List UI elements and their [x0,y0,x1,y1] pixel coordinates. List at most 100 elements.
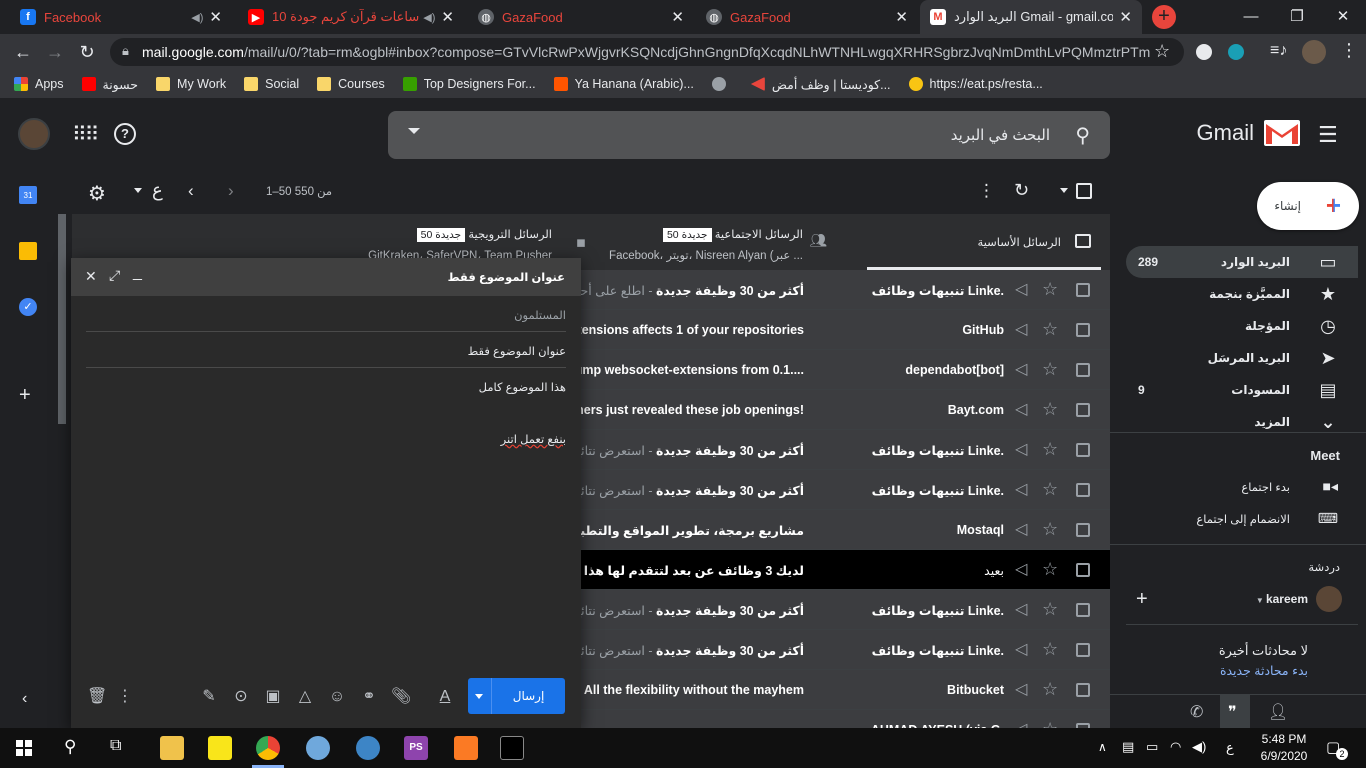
importance-marker-icon[interactable]: ◁ [1015,359,1027,379]
reload-button[interactable]: ↻ [72,34,102,70]
bookmark-eat-ps[interactable]: https://eat.ps/resta... [908,77,1043,91]
main-menu-icon[interactable]: ☰ [1318,122,1338,148]
volume-icon[interactable]: ◀) [1192,739,1206,755]
input-tools-button[interactable]: ع [152,180,163,201]
row-checkbox[interactable] [1076,283,1090,297]
nav-item-4[interactable]: ▤ المسودات 9 [1126,374,1358,406]
chrome-menu-icon[interactable]: ⋮ [1340,40,1358,61]
input-language[interactable]: ع [1226,740,1234,756]
new-chat-plus-icon[interactable]: + [1136,588,1148,611]
meet-start-button[interactable]: ■◂ بدء اجتماع [1126,474,1358,500]
tab-gazafood-2[interactable]: ◍ GazaFood ✕ [696,0,918,34]
newer-page-icon[interactable]: ‹ [188,181,194,201]
media-control-icon[interactable]: ≡♪ [1270,42,1287,60]
importance-marker-icon[interactable]: ◁ [1015,679,1027,699]
phone-icon[interactable]: ✆ [1190,702,1203,722]
subject-field[interactable]: عنوان الموضوع فقط [86,332,566,368]
nav-item-5[interactable]: ⌄ المزيد [1126,406,1358,438]
account-avatar[interactable] [18,118,50,150]
nav-item-1[interactable]: ★ المميَّزة بنجمة [1126,278,1358,310]
message-body[interactable]: هذا الموضوع كامل بنفع تعمل اتنر [86,368,566,668]
signature-pen-icon[interactable]: ✎ [199,687,219,707]
xampp-icon[interactable] [454,736,478,760]
url-field[interactable]: 🔒︎ mail.google.com/mail/u/0/?tab=rm&ogbl… [110,38,1184,66]
bookmark-hassouna[interactable]: حسونة [81,77,138,92]
nav-item-0[interactable]: ▭ البريد الوارد 289 [1126,246,1358,278]
tab-social[interactable]: 👥︎ 50 جديدة الرسائل الاجتماعية Facebook،… [570,214,867,270]
keep-icon[interactable] [19,242,37,260]
gmail-logo[interactable]: Gmail [1197,120,1300,146]
bookmark-my-work[interactable]: My Work [156,77,226,91]
star-icon[interactable]: ☆ [1042,279,1058,300]
bookmark-courses[interactable]: Courses [317,77,385,91]
row-checkbox[interactable] [1076,643,1090,657]
tab-primary[interactable]: الرسائل الأساسية [867,214,1101,270]
importance-marker-icon[interactable]: ◁ [1015,479,1027,499]
star-icon[interactable]: ☆ [1042,399,1058,420]
star-icon[interactable]: ☆ [1042,639,1058,660]
search-bar[interactable]: البحث في البريد ⚲ [388,111,1110,159]
scrollbar[interactable] [58,214,66,424]
sticky-notes-icon[interactable] [208,736,232,760]
bookmark-globe[interactable] [711,77,733,91]
profile-avatar[interactable] [1302,40,1326,64]
star-icon[interactable]: ☆ [1042,319,1058,340]
importance-marker-icon[interactable]: ◁ [1015,319,1027,339]
nav-item-3[interactable]: ➤ البريد المرسَل [1126,342,1358,374]
back-button[interactable]: ← [8,34,38,70]
refresh-icon[interactable]: ↻ [1014,180,1029,201]
star-icon[interactable]: ☆ [1042,359,1058,380]
recipients-field[interactable]: المستلمون [86,296,566,332]
close-icon[interactable]: ✕ [671,8,684,26]
search-options-icon[interactable] [408,128,420,134]
more-actions-icon[interactable]: ⋮ [978,181,995,201]
more-options-icon[interactable]: ⋮ [115,687,135,707]
expand-panel-icon[interactable]: ‹ [22,690,27,708]
phpstorm-icon[interactable]: PS [404,736,428,760]
row-checkbox[interactable] [1076,363,1090,377]
show-hidden-icons[interactable]: ∧ [1098,740,1107,754]
confidential-lock-icon[interactable]: ⊙ [231,687,251,707]
row-checkbox[interactable] [1076,683,1090,697]
calendar-icon[interactable]: 31 [19,186,37,204]
importance-marker-icon[interactable]: ◁ [1015,559,1027,579]
input-tools-dropdown-icon[interactable] [134,188,142,193]
settings-gear-icon[interactable]: ⚙ [88,181,106,206]
task-view-icon[interactable]: ⧉ [110,737,121,755]
close-icon[interactable]: ✕ [85,268,97,285]
battery-icon[interactable]: ▭ [1146,739,1158,755]
row-checkbox[interactable] [1076,523,1090,537]
chat-user-menu[interactable]: ▼ kareem [1256,592,1308,606]
meet-join-button[interactable]: ⌨ الانضمام إلى اجتماع [1126,506,1358,532]
row-checkbox[interactable] [1076,603,1090,617]
insert-link-icon[interactable]: ⚭ [359,687,379,707]
nav-item-2[interactable]: ◷ المؤجلة [1126,310,1358,342]
importance-marker-icon[interactable]: ◁ [1015,399,1027,419]
select-dropdown-icon[interactable] [1060,188,1068,193]
importance-marker-icon[interactable]: ◁ [1015,439,1027,459]
chat-user-avatar[interactable] [1316,586,1342,612]
tab-gazafood-1[interactable]: ◍ GazaFood ✕ [468,0,694,34]
tab-gmail[interactable]: M البريد الوارد Gmail - gmail.com ✕ [920,0,1142,34]
tray-icon[interactable]: ▤ [1122,739,1134,755]
help-icon[interactable]: ? [114,123,136,145]
window-close-button[interactable]: ✕ [1320,0,1366,32]
apps-grid-icon[interactable]: ⠿⠿ [72,122,99,147]
search-icon[interactable]: ⚲ [64,737,76,757]
importance-marker-icon[interactable]: ◁ [1015,279,1027,299]
maximize-button[interactable]: ❐ [1274,0,1320,32]
minimize-button[interactable]: — [1228,0,1274,32]
bookmark-ya-hanana[interactable]: Ya Hanana (Arabic)... [553,77,694,91]
bookmark-apps[interactable]: Apps [14,77,64,91]
send-button[interactable]: إرسال [492,678,565,714]
bookmark-star-icon[interactable]: ☆ [1154,41,1170,62]
compose-button[interactable]: + إنشاء [1257,182,1359,230]
file-explorer-icon[interactable] [160,736,184,760]
windows-start-icon[interactable] [16,740,32,756]
formatting-text-icon[interactable]: A [435,687,455,707]
minimize-icon[interactable]: _ [133,264,142,282]
insert-photo-icon[interactable]: ▣ [263,687,283,707]
close-icon[interactable]: ✕ [441,8,454,26]
row-checkbox[interactable] [1076,483,1090,497]
row-checkbox[interactable] [1076,323,1090,337]
